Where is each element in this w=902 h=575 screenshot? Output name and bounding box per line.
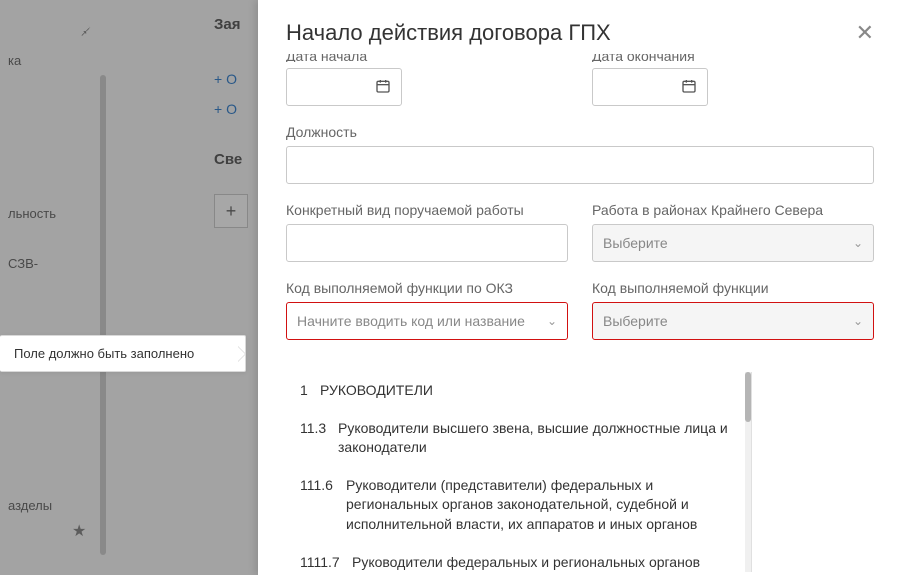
close-icon[interactable]: ✕ xyxy=(856,22,874,44)
chevron-down-icon: ⌄ xyxy=(853,236,863,250)
chevron-down-icon: ⌄ xyxy=(547,314,557,328)
calendar-icon xyxy=(681,78,697,97)
date-start-label: Дата начала xyxy=(286,54,367,62)
work-kind-input[interactable] xyxy=(286,224,568,262)
okz-dropdown: 1 РУКОВОДИТЕЛИ 11.3 Руководители высшего… xyxy=(286,372,752,572)
calendar-icon xyxy=(375,78,391,97)
func-select[interactable]: Выберите ⌄ xyxy=(592,302,874,340)
modal-panel: Начало действия договора ГПХ ✕ Дата нача… xyxy=(258,0,902,575)
north-label: Работа в районах Крайнего Севера xyxy=(592,202,874,218)
func-label: Код выполняемой функции xyxy=(592,280,874,296)
modal-title: Начало действия договора ГПХ xyxy=(286,20,611,46)
okz-combobox[interactable]: Начните вводить код или название ⌄ xyxy=(286,302,568,340)
dropdown-item[interactable]: 1 РУКОВОДИТЕЛИ xyxy=(286,372,751,410)
dropdown-item[interactable]: 11.3 Руководители высшего звена, высшие … xyxy=(286,410,751,467)
date-end-input[interactable] xyxy=(592,68,708,106)
validation-tooltip: Поле должно быть заполнено xyxy=(0,335,246,372)
north-select[interactable]: Выберите ⌄ xyxy=(592,224,874,262)
okz-label: Код выполняемой функции по ОКЗ xyxy=(286,280,568,296)
chevron-down-icon: ⌄ xyxy=(853,314,863,328)
date-end-label: Дата окончания xyxy=(592,54,695,62)
dropdown-item[interactable]: 111.6 Руководители (представители) федер… xyxy=(286,467,751,544)
date-start-input[interactable] xyxy=(286,68,402,106)
dropdown-item[interactable]: 1111.7 Руководители федеральных и регион… xyxy=(286,544,751,572)
dropdown-scrollbar[interactable] xyxy=(745,372,751,572)
position-label: Должность xyxy=(286,124,874,140)
position-input[interactable] xyxy=(286,146,874,184)
work-kind-label: Конкретный вид поручаемой работы xyxy=(286,202,568,218)
